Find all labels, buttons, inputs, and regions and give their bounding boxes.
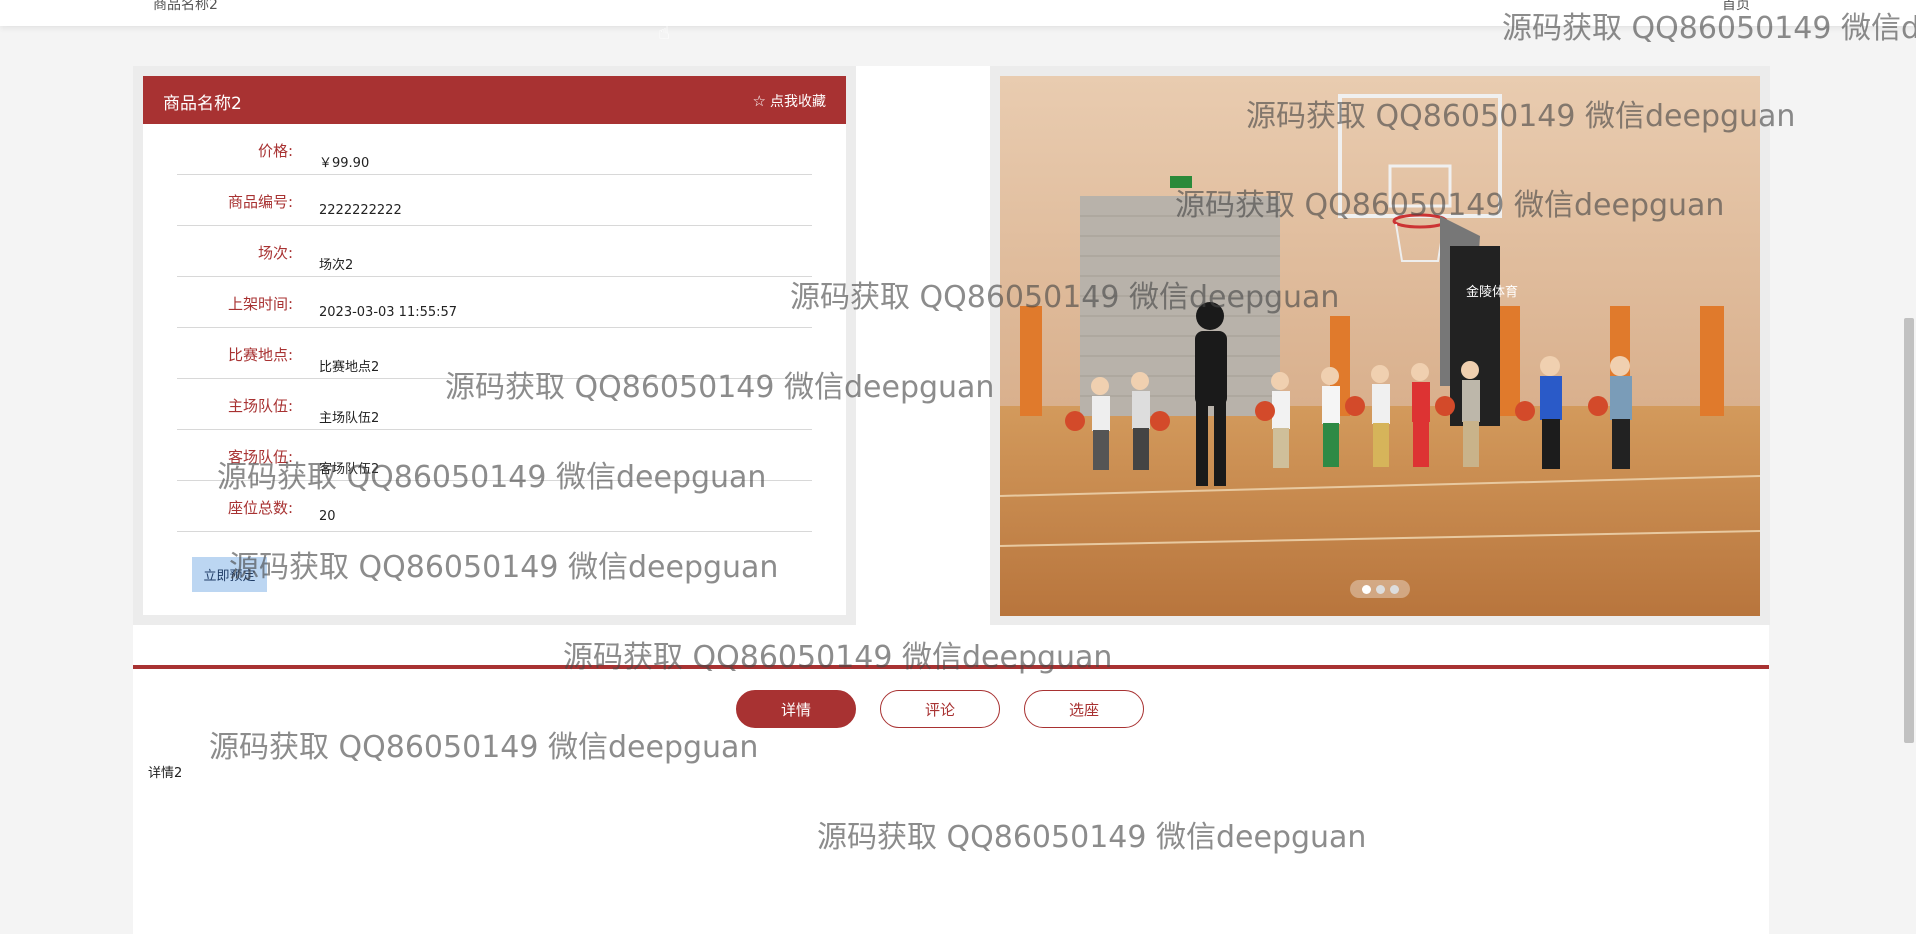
detail-content: 详情2 [148,766,183,781]
carousel-image: 金陵体育 [1000,76,1760,616]
field-label: 场次: [257,244,293,262]
carousel-dot-1[interactable] [1361,584,1371,594]
breadcrumb: 商品名称2 [153,0,218,13]
gym-text: 金陵体育 [1466,284,1518,300]
field-row-home-team: 主场队伍: 主场队伍2 [177,379,812,430]
home-link[interactable]: 首页 [1722,0,1750,14]
book-now-button[interactable]: 立即预定 [192,557,267,592]
field-value: 比赛地点2 [319,360,380,375]
carousel-dot-3[interactable] [1389,584,1399,594]
hand-cursor-icon: ☝ [658,20,671,44]
field-row-seat-total: 座位总数: 20 [177,481,812,532]
page-scrollbar[interactable] [1904,318,1914,743]
field-row-listed-time: 上架时间: 2023-03-03 11:55:57 [177,277,812,328]
tab-details[interactable]: 详情 [736,690,856,728]
field-value: 20 [319,509,336,524]
tab-seat-selection[interactable]: 选座 [1024,690,1144,728]
field-value: 主场队伍2 [319,411,380,426]
field-row-away-team: 客场队伍: 客场队伍2 [177,430,812,481]
field-value: 2023-03-03 11:55:57 [319,305,458,320]
field-label: 座位总数: [227,499,293,517]
field-value: ￥99.90 [319,156,370,171]
product-header: 商品名称2 ☆ 点我收藏 [143,76,846,124]
top-nav: 商品名称2 首页 [0,0,1916,26]
field-label: 客场队伍: [227,448,293,466]
field-value: 客场队伍2 [319,462,380,477]
carousel-indicators [1350,580,1410,598]
field-row-product-no: 商品编号: 2222222222 [177,175,812,226]
field-row-venue: 比赛地点: 比赛地点2 [177,328,812,379]
favorite-button[interactable]: ☆ 点我收藏 [753,91,826,111]
section-divider [133,665,1769,669]
field-label: 价格: [257,142,293,160]
star-icon: ☆ [752,92,766,110]
field-row-price: 价格: ￥99.90 [177,124,812,175]
field-label: 主场队伍: [227,397,293,415]
field-label: 比赛地点: [227,346,293,364]
field-value: 2222222222 [319,203,402,218]
favorite-label: 点我收藏 [770,94,826,110]
field-label: 商品编号: [227,193,293,211]
field-label: 上架时间: [227,295,293,313]
product-info-panel: 商品名称2 ☆ 点我收藏 价格: ￥99.90 商品编号: 2222222222… [143,76,846,615]
product-title: 商品名称2 [163,94,242,114]
field-value: 场次2 [319,258,354,273]
image-carousel[interactable]: 金陵体育 [1000,76,1760,616]
field-row-session: 场次: 场次2 [177,226,812,277]
tab-comments[interactable]: 评论 [880,690,1000,728]
carousel-dot-2[interactable] [1375,584,1385,594]
